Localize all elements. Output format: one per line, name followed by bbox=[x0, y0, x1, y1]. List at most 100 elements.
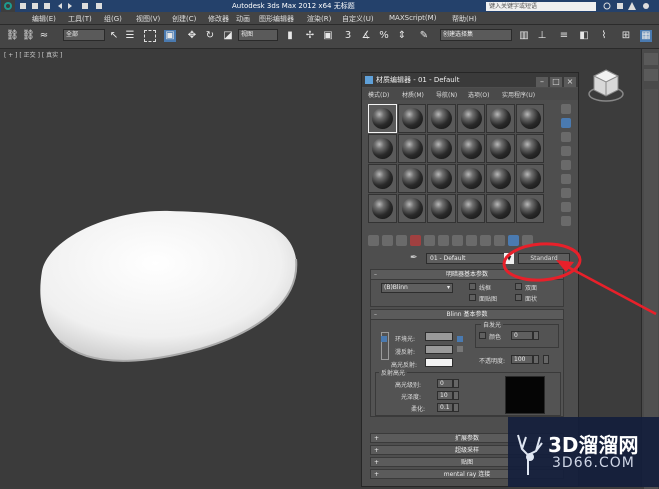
material-editor-icon[interactable]: ▦ bbox=[640, 30, 652, 42]
rotate-icon[interactable]: ↻ bbox=[204, 30, 216, 42]
sample-slot[interactable] bbox=[456, 194, 485, 223]
make-copy-icon[interactable] bbox=[424, 235, 435, 246]
viewport-label[interactable]: [ + ] [ 正交 ] [ 真实 ] bbox=[4, 50, 62, 59]
sample-slot[interactable] bbox=[368, 164, 397, 193]
graphite-tools-icon[interactable]: ◧ bbox=[578, 30, 590, 42]
me-menu-material[interactable]: 材质(M) bbox=[402, 90, 424, 99]
app-logo[interactable] bbox=[1, 0, 15, 12]
make-unique-icon[interactable] bbox=[438, 235, 449, 246]
angle-snap-icon[interactable]: ∡ bbox=[360, 30, 372, 42]
panel-tab-icon[interactable] bbox=[644, 69, 658, 81]
link-icon[interactable]: ⛓ bbox=[6, 30, 19, 42]
me-menu-utilities[interactable]: 实用程序(U) bbox=[502, 90, 535, 99]
layer-manager-icon[interactable]: ≡ bbox=[558, 30, 570, 42]
sample-slot[interactable] bbox=[427, 134, 456, 163]
sample-uv-tiling-icon[interactable] bbox=[561, 146, 571, 156]
backlight-icon[interactable] bbox=[561, 118, 571, 128]
selection-filter-dropdown[interactable]: 全部 bbox=[63, 29, 105, 41]
spinner-arrows-icon[interactable] bbox=[453, 379, 459, 388]
menu-graph-editors[interactable]: 图形编辑器 bbox=[259, 14, 294, 24]
put-to-library-icon[interactable] bbox=[452, 235, 463, 246]
select-object-icon[interactable]: ↖ bbox=[108, 30, 120, 42]
snaps-toggle-icon[interactable]: 3 bbox=[342, 30, 354, 42]
lock-ambient-diffuse-icon[interactable] bbox=[381, 336, 387, 342]
lock-diffuse-map-icon[interactable] bbox=[457, 336, 463, 342]
sample-slot[interactable] bbox=[456, 104, 485, 133]
ambient-color-swatch[interactable] bbox=[425, 332, 453, 341]
edit-named-selection-icon[interactable]: ✎ bbox=[418, 30, 430, 42]
video-color-check-icon[interactable] bbox=[561, 160, 571, 170]
put-to-scene-icon[interactable] bbox=[382, 235, 393, 246]
show-map-icon[interactable] bbox=[480, 235, 491, 246]
mirror-icon[interactable]: ▥ bbox=[518, 30, 530, 42]
menu-modifiers[interactable]: 修改器 bbox=[208, 14, 229, 24]
specular-color-swatch[interactable] bbox=[425, 358, 453, 367]
collapse-icon[interactable]: – bbox=[374, 310, 377, 320]
spinner-arrows-icon[interactable] bbox=[453, 391, 459, 400]
sample-slot[interactable] bbox=[397, 134, 426, 163]
self-illum-color-checkbox[interactable] bbox=[479, 332, 486, 339]
me-menu-modes[interactable]: 模式(D) bbox=[368, 90, 389, 99]
me-menu-navigation[interactable]: 导航(N) bbox=[436, 90, 457, 99]
spinner-snap-icon[interactable]: ⇕ bbox=[396, 30, 408, 42]
sample-slot[interactable] bbox=[515, 164, 544, 193]
reference-coord-dropdown[interactable]: 视图 bbox=[238, 29, 278, 41]
gloss-value[interactable]: 10 bbox=[437, 391, 453, 400]
face-map-checkbox[interactable] bbox=[469, 294, 476, 301]
move-icon[interactable]: ✥ bbox=[186, 30, 198, 42]
sample-slot[interactable] bbox=[427, 164, 456, 193]
select-by-name-icon[interactable]: ☰ bbox=[124, 30, 136, 42]
diffuse-color-swatch[interactable] bbox=[425, 345, 453, 354]
wire-checkbox[interactable] bbox=[469, 283, 476, 290]
material-id-icon[interactable] bbox=[466, 235, 477, 246]
material-navigator-icon[interactable] bbox=[561, 216, 571, 226]
get-material-icon[interactable] bbox=[368, 235, 379, 246]
background-icon[interactable] bbox=[561, 132, 571, 142]
menu-rendering[interactable]: 渲染(R) bbox=[307, 14, 331, 24]
diffuse-map-button[interactable] bbox=[457, 346, 463, 352]
sample-slot[interactable] bbox=[368, 104, 397, 133]
material-name-field[interactable]: 01 - Default bbox=[426, 253, 510, 264]
bind-space-warp-icon[interactable]: ≈ bbox=[38, 30, 50, 42]
sample-slot[interactable] bbox=[515, 104, 544, 133]
sample-slot[interactable] bbox=[515, 134, 544, 163]
self-illum-value[interactable]: 0 bbox=[511, 331, 533, 340]
curve-editor-icon[interactable]: ⌇ bbox=[598, 30, 610, 42]
unlink-icon[interactable]: ⛓ bbox=[22, 30, 35, 42]
sample-slot[interactable] bbox=[515, 194, 544, 223]
opacity-map-button[interactable] bbox=[543, 355, 549, 364]
menu-customize[interactable]: 自定义(U) bbox=[342, 14, 374, 24]
rect-selection-icon[interactable] bbox=[144, 30, 156, 42]
sample-slot[interactable] bbox=[486, 134, 515, 163]
sample-slot[interactable] bbox=[427, 104, 456, 133]
scale-icon[interactable]: ◪ bbox=[222, 30, 234, 42]
sample-slot[interactable] bbox=[397, 194, 426, 223]
maximize-icon[interactable]: □ bbox=[550, 77, 562, 87]
material-editor-titlebar[interactable]: 材质编辑器 - 01 - Default – □ × bbox=[362, 73, 578, 87]
sample-slot[interactable] bbox=[368, 194, 397, 223]
me-menu-options[interactable]: 选项(O) bbox=[468, 90, 489, 99]
sample-slot[interactable] bbox=[486, 194, 515, 223]
select-manipulate-icon[interactable]: ✢ bbox=[304, 30, 316, 42]
sample-slot[interactable] bbox=[486, 164, 515, 193]
close-icon[interactable]: × bbox=[564, 77, 576, 87]
quick-access-toolbar[interactable] bbox=[18, 2, 114, 10]
minimize-icon[interactable]: – bbox=[536, 77, 548, 87]
menu-views[interactable]: 视图(V) bbox=[136, 14, 160, 24]
spinner-arrows-icon[interactable] bbox=[453, 403, 459, 412]
sample-slot[interactable] bbox=[456, 164, 485, 193]
menu-edit[interactable]: 编辑(E) bbox=[32, 14, 56, 24]
viewcube-icon[interactable] bbox=[586, 66, 626, 106]
keyboard-shortcut-icon[interactable]: ▣ bbox=[322, 30, 334, 42]
schematic-view-icon[interactable]: ⊞ bbox=[620, 30, 632, 42]
sample-slot[interactable] bbox=[368, 134, 397, 163]
spinner-arrows-icon[interactable] bbox=[533, 355, 539, 364]
menu-help[interactable]: 帮助(H) bbox=[452, 14, 477, 24]
spec-level-value[interactable]: 0 bbox=[437, 379, 453, 388]
menu-create[interactable]: 创建(C) bbox=[172, 14, 196, 24]
options-icon[interactable] bbox=[561, 188, 571, 198]
sample-slot[interactable] bbox=[397, 104, 426, 133]
menu-tools[interactable]: 工具(T) bbox=[68, 14, 92, 24]
menu-animation[interactable]: 动画 bbox=[236, 14, 250, 24]
sample-type-icon[interactable] bbox=[561, 104, 571, 114]
